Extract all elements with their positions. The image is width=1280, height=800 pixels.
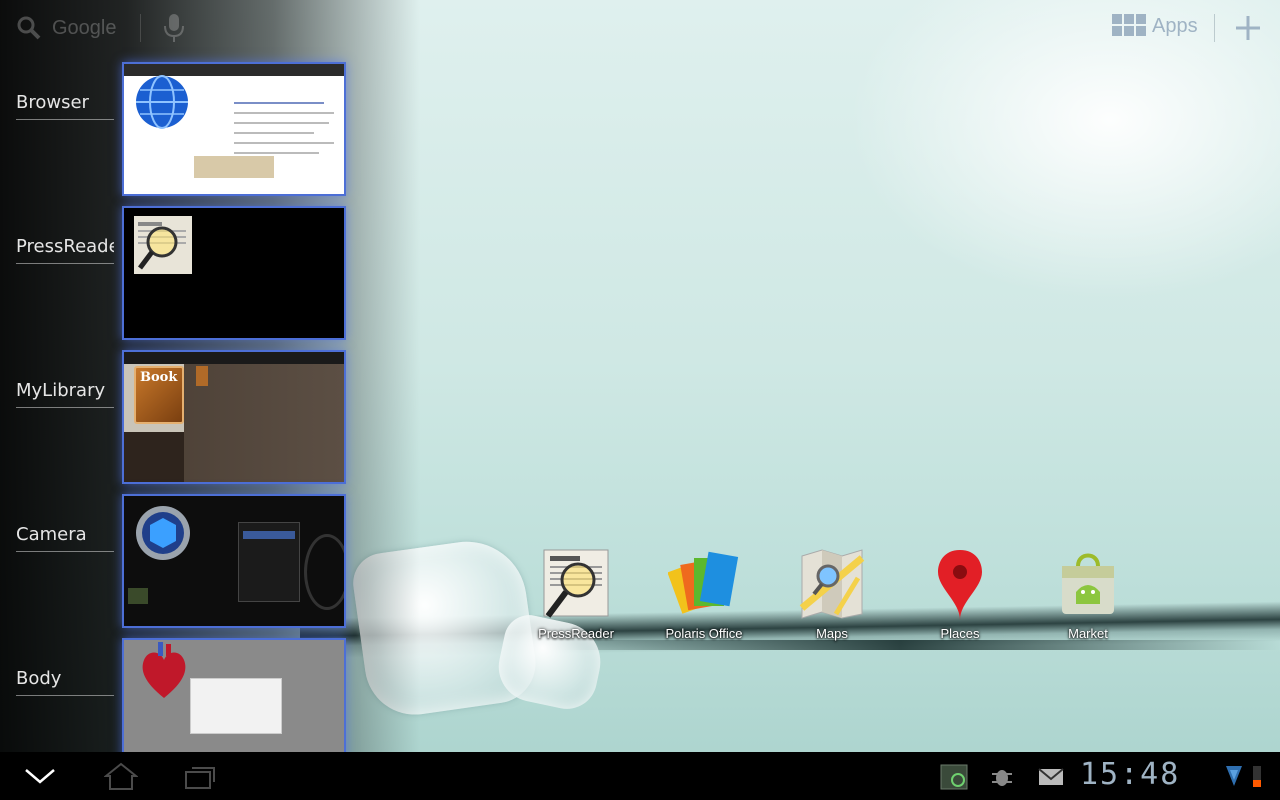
screenshot-notification-icon[interactable]: [940, 764, 968, 790]
recent-app-thumbnail[interactable]: Book: [122, 350, 346, 484]
shortcut-maps[interactable]: Maps: [784, 548, 880, 641]
shortcut-label: Maps: [816, 626, 848, 641]
recent-app-label: MyLibrary: [16, 380, 114, 408]
map-pin-icon: [938, 550, 982, 620]
apps-label: Apps: [1152, 14, 1198, 37]
search-icon: [17, 16, 41, 40]
google-search-bar[interactable]: Google: [16, 12, 117, 44]
recent-app-thumbnail[interactable]: [122, 494, 346, 628]
apps-button[interactable]: Apps: [1112, 14, 1198, 38]
wifi-signal-icon: [1226, 766, 1242, 786]
globe-icon: [136, 75, 188, 129]
wallpaper-glow: [850, 0, 1280, 300]
wallpaper-water-line-2: [520, 640, 1280, 650]
recent-app-thumbnail[interactable]: [122, 206, 346, 340]
search-placeholder: Google: [52, 16, 117, 39]
camera-lens-icon: [136, 506, 190, 560]
maps-icon: [799, 549, 865, 619]
shortcut-label: Polaris Office: [665, 626, 743, 641]
shortcut-label: PressReader: [538, 626, 614, 641]
shortcut-pressreader[interactable]: PressReader: [528, 548, 624, 641]
shortcut-polaris-office[interactable]: Polaris Office: [656, 548, 752, 641]
shortcut-places[interactable]: Places: [912, 548, 1008, 641]
status-clock[interactable]: 15:48: [1080, 757, 1180, 792]
search-divider: [140, 14, 141, 42]
recent-app-label: Body: [16, 668, 114, 696]
recent-apps-icon[interactable]: [184, 764, 218, 790]
recent-app-label: Browser: [16, 92, 114, 120]
market-bag-icon: [1062, 553, 1114, 614]
apps-divider: [1214, 14, 1215, 42]
battery-icon: [1253, 766, 1261, 787]
recent-app-label: PressReade: [16, 236, 114, 264]
pressreader-icon: [134, 216, 192, 274]
chevron-down-icon[interactable]: [24, 766, 56, 786]
thumbnail-dialog: [190, 678, 282, 734]
recent-app-camera[interactable]: Camera: [0, 494, 350, 628]
recent-app-label: Camera: [16, 524, 114, 552]
gmail-icon[interactable]: [1038, 768, 1064, 786]
heart-icon: [142, 642, 186, 698]
polaris-office-icon: [667, 551, 739, 614]
book-icon: Book: [134, 366, 184, 424]
apps-grid-icon: [1112, 14, 1146, 36]
recent-app-browser[interactable]: Browser: [0, 62, 350, 196]
recent-app-mylibrary[interactable]: MyLibrary Book: [0, 350, 350, 484]
shortcut-market[interactable]: Market: [1040, 548, 1136, 641]
recent-app-thumbnail[interactable]: [122, 62, 346, 196]
shortcut-label: Market: [1068, 626, 1108, 641]
pressreader-icon: [543, 549, 609, 618]
microphone-icon[interactable]: [162, 12, 186, 44]
book-title: Book: [140, 370, 178, 385]
add-plus-icon[interactable]: [1234, 14, 1262, 42]
home-icon[interactable]: [104, 762, 138, 790]
recent-app-pressreader[interactable]: PressReade: [0, 206, 350, 340]
usb-debugging-icon[interactable]: [990, 766, 1014, 788]
shortcut-label: Places: [940, 626, 980, 641]
